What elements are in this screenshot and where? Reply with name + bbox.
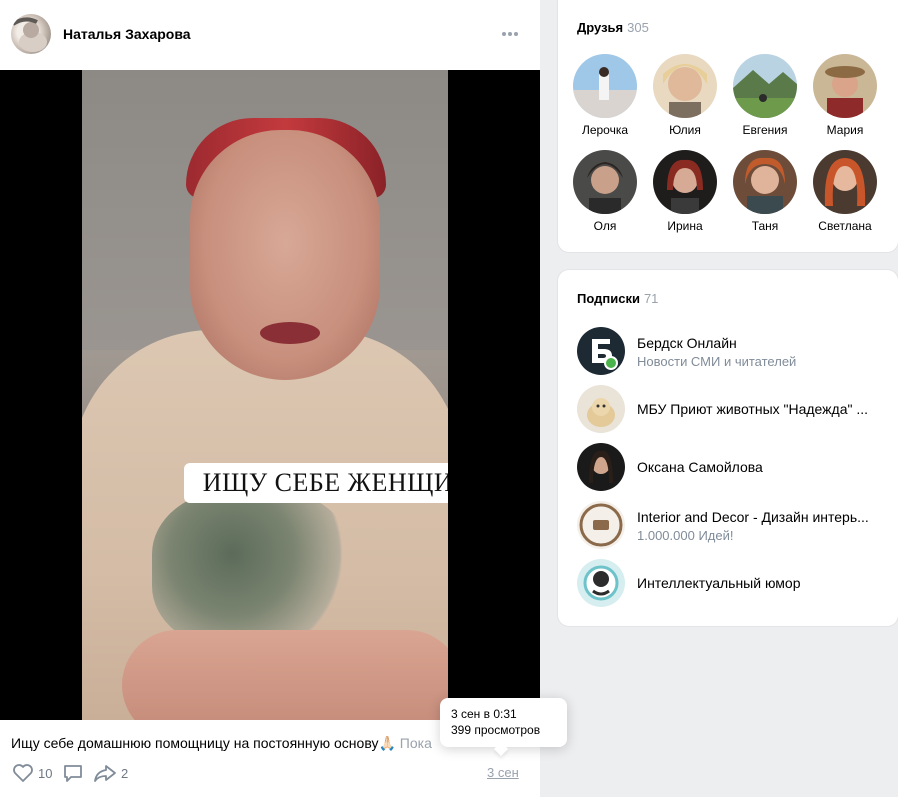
subscription-avatar	[577, 443, 625, 491]
friend-name: Оля	[593, 219, 617, 233]
person-photo-icon	[577, 443, 625, 491]
friend-avatar	[573, 150, 637, 214]
post-header: Наталья Захарова	[0, 0, 540, 70]
video-frame: ИЩУ СЕБЕ ЖЕНЩИНУ	[82, 70, 448, 720]
share-button[interactable]: 2	[93, 762, 128, 784]
friend-item[interactable]: Юлия	[645, 54, 725, 146]
subscription-name: МБУ Приют животных "Надежда" ...	[637, 401, 869, 417]
friend-avatar	[733, 54, 797, 118]
subscription-name: Интеллектуальный юмор	[637, 575, 801, 591]
subscription-desc: Новости СМИ и читателей	[637, 354, 797, 369]
dog-photo-icon	[577, 385, 625, 433]
subscription-desc: 1.000.000 Идей!	[637, 528, 734, 543]
subscription-item[interactable]: Оксана Самойлова	[558, 443, 898, 493]
photo-icon	[813, 54, 877, 118]
friends-title: Друзья	[577, 20, 624, 35]
subscription-item[interactable]: Интеллектуальный юмор	[558, 559, 898, 609]
video-caption: ИЩУ СЕБЕ ЖЕНЩИНУ	[184, 463, 448, 503]
humor-logo-icon	[577, 559, 625, 607]
interior-decor-logo-icon	[577, 501, 625, 549]
subscription-avatar	[577, 559, 625, 607]
photo-icon	[653, 150, 717, 214]
post-actions: 10 2	[0, 758, 540, 788]
subscription-avatar	[577, 385, 625, 433]
photo-icon	[813, 150, 877, 214]
friend-name: Юлия	[669, 123, 701, 137]
share-arrow-icon	[94, 765, 116, 782]
subscriptions-count: 71	[643, 291, 659, 306]
friend-item[interactable]: Таня	[725, 150, 805, 242]
post-text: Ищу себе домашнюю помощницу на постоянну…	[11, 735, 441, 753]
berdsk-online-logo-icon	[577, 327, 625, 375]
like-count: 10	[38, 765, 53, 781]
more-options-button[interactable]	[496, 22, 524, 46]
friends-count: 305	[627, 20, 649, 35]
friend-avatar	[653, 54, 717, 118]
post-date-link[interactable]: 3 сен	[487, 765, 519, 780]
subscriptions-header[interactable]: Подписки 71	[577, 291, 658, 306]
subscription-name: Бердск Онлайн	[637, 335, 737, 351]
subscription-item[interactable]: Бердск Онлайн Новости СМИ и читателей	[558, 327, 898, 377]
friend-avatar	[813, 54, 877, 118]
post: Наталья Захарова ИЩУ СЕБЕ ЖЕНЩИНУ Ищу се…	[0, 0, 540, 797]
friends-header[interactable]: Друзья 305	[577, 20, 649, 35]
comment-button[interactable]	[62, 762, 84, 784]
share-count: 2	[121, 765, 129, 781]
subscription-name: Interior and Decor - Дизайн интерь...	[637, 509, 869, 525]
friend-avatar	[813, 150, 877, 214]
friends-card: Друзья 305 Лерочка Юлия Евгения Мария Ол…	[557, 0, 898, 253]
show-more-link[interactable]: Пока	[400, 735, 432, 751]
friend-avatar	[653, 150, 717, 214]
tooltip-views: 399 просмотров	[451, 723, 541, 737]
subscription-item[interactable]: Interior and Decor - Дизайн интерь... 1.…	[558, 501, 898, 551]
avatar-photo-icon	[11, 17, 47, 52]
subscription-avatar	[577, 501, 625, 549]
heart-icon	[13, 764, 33, 782]
post-text-body: Ищу себе домашнюю помощницу на постоянну…	[11, 735, 379, 751]
photo-icon	[653, 54, 717, 118]
photo-icon	[733, 54, 797, 118]
friend-avatar	[573, 54, 637, 118]
friend-item[interactable]: Мария	[805, 54, 885, 146]
friend-name: Евгения	[742, 123, 788, 137]
friend-item[interactable]: Оля	[565, 150, 645, 242]
video-player[interactable]: ИЩУ СЕБЕ ЖЕНЩИНУ	[0, 70, 540, 720]
like-button[interactable]: 10	[12, 762, 52, 784]
subscription-item[interactable]: МБУ Приют животных "Надежда" ...	[558, 385, 898, 435]
friend-name: Мария	[826, 123, 864, 137]
subscription-avatar	[577, 327, 625, 375]
photo-icon	[733, 150, 797, 214]
author-name[interactable]: Наталья Захарова	[63, 26, 191, 42]
friend-name: Лерочка	[581, 123, 629, 137]
tooltip-datetime: 3 сен в 0:31	[451, 707, 517, 721]
photo-icon	[573, 54, 637, 118]
subscriptions-title: Подписки	[577, 291, 640, 306]
comment-icon	[64, 765, 82, 782]
author-avatar[interactable]	[11, 14, 51, 54]
date-tooltip: 3 сен в 0:31 399 просмотров	[440, 698, 567, 757]
ellipsis-icon	[502, 32, 518, 36]
subscription-name: Оксана Самойлова	[637, 459, 763, 475]
friend-name: Таня	[751, 219, 779, 233]
friend-item[interactable]: Ирина	[645, 150, 725, 242]
friend-name: Светлана	[818, 219, 872, 233]
subscriptions-card: Подписки 71 Бердск Онлайн Новости СМИ и ч…	[557, 269, 898, 627]
photo-icon	[573, 150, 637, 214]
friend-item[interactable]: Светлана	[805, 150, 885, 242]
post-text-emoji: 🙏🏻	[378, 735, 396, 751]
friend-avatar	[733, 150, 797, 214]
friend-item[interactable]: Евгения	[725, 54, 805, 146]
friend-item[interactable]: Лерочка	[565, 54, 645, 146]
friend-name: Ирина	[667, 219, 703, 233]
